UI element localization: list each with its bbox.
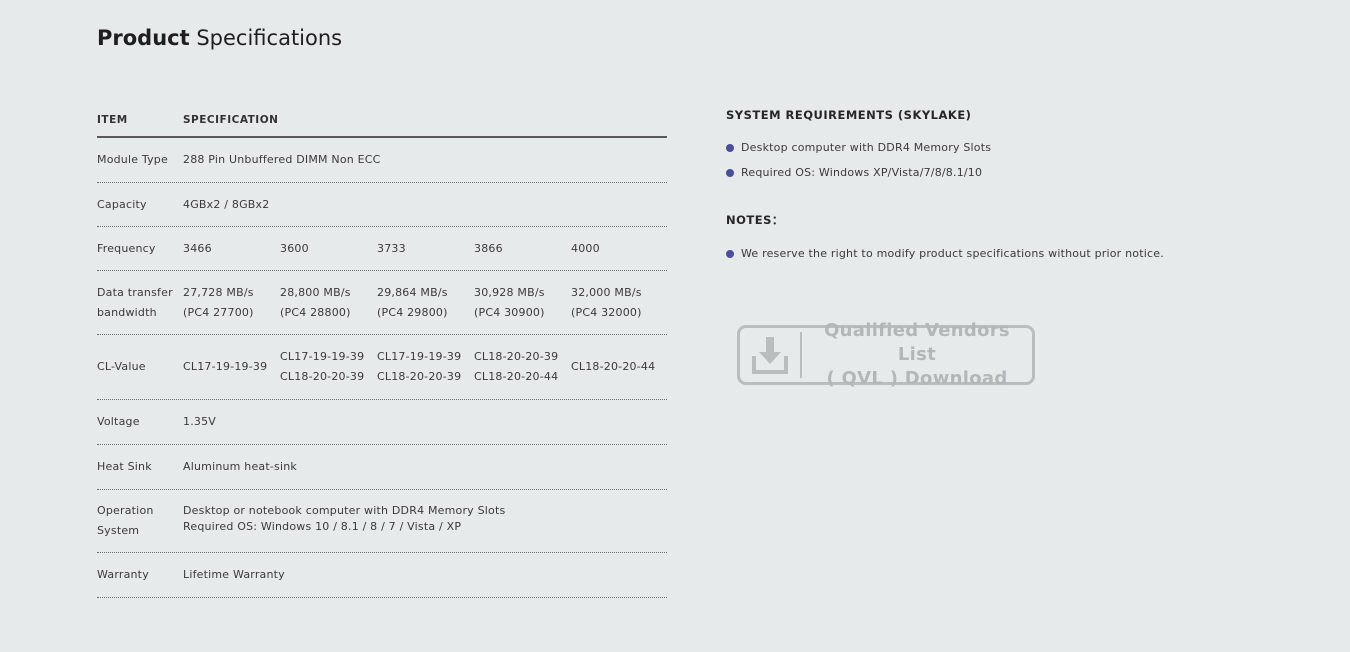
list-item: Desktop computer with DDR4 Memory Slots	[726, 140, 1246, 165]
spec-row-module-type: Module Type 288 Pin Unbuffered DIMM Non …	[97, 138, 667, 183]
spec-row-operation-system: Operation System Desktop or notebook com…	[97, 490, 667, 553]
cl-line: CL18-20-20-44	[571, 360, 656, 373]
row-label: Heat Sink	[97, 460, 152, 473]
notes-heading: NOTES：	[726, 213, 784, 227]
spec-row-heat-sink: Heat Sink Aluminum heat-sink	[97, 445, 667, 490]
list-item-text: We reserve the right to modify product s…	[741, 247, 1164, 260]
spec-table-header: ITEM SPECIFICATION	[97, 104, 667, 138]
row-label: Data transfer bandwidth	[97, 283, 183, 323]
cl-value: CL18-20-20-39 CL18-20-20-44	[474, 347, 571, 387]
row-label: Warranty	[97, 568, 149, 581]
list-item: We reserve the right to modify product s…	[726, 246, 1246, 271]
list-item-text: Required OS: Windows XP/Vista/7/8/8.1/10	[741, 166, 983, 179]
row-label: Frequency	[97, 241, 156, 255]
bandwidth-pc4: (PC4 29800)	[377, 305, 448, 319]
row-value-line: Desktop or notebook computer with DDR4 M…	[183, 504, 506, 517]
bandwidth-value: 30,928 MB/s (PC4 30900)	[474, 283, 571, 323]
cl-line: CL17-19-19-39	[377, 350, 462, 363]
spec-table: ITEM SPECIFICATION Module Type 288 Pin U…	[97, 104, 667, 598]
frequency-value: 3466	[183, 241, 212, 255]
bullet-icon	[726, 169, 734, 177]
cl-value: CL18-20-20-44	[571, 357, 668, 377]
bandwidth-mbs: 29,864 MB/s	[377, 285, 448, 299]
bandwidth-value: 27,728 MB/s (PC4 27700)	[183, 283, 280, 323]
bandwidth-mbs: 30,928 MB/s	[474, 285, 545, 299]
qvl-label-line1: Qualified Vendors List	[824, 320, 1010, 365]
qvl-download-button[interactable]: Qualified Vendors List ( QVL ) Download	[737, 320, 1035, 389]
row-value-line: Required OS: Windows 10 / 8.1 / 8 / 7 / …	[183, 520, 462, 533]
bullet-icon	[726, 250, 734, 258]
bandwidth-mbs: 32,000 MB/s	[571, 285, 642, 299]
row-label: Capacity	[97, 197, 147, 211]
frequency-value: 3866	[474, 241, 503, 255]
row-label-line: bandwidth	[97, 305, 157, 319]
page-title: Product Specifications	[97, 26, 342, 50]
bandwidth-value: 32,000 MB/s (PC4 32000)	[571, 283, 668, 323]
header-item: ITEM	[97, 114, 128, 126]
bandwidth-mbs: 28,800 MB/s	[280, 285, 351, 299]
row-value: Lifetime Warranty	[183, 568, 285, 581]
row-label: CL-Value	[97, 360, 146, 373]
header-specification: SPECIFICATION	[183, 114, 279, 126]
row-label-line: Data transfer	[97, 285, 173, 299]
bandwidth-pc4: (PC4 27700)	[183, 305, 254, 319]
bandwidth-pc4: (PC4 30900)	[474, 305, 545, 319]
bandwidth-value: 29,864 MB/s (PC4 29800)	[377, 283, 474, 323]
row-label-line: Operation	[97, 504, 154, 517]
cl-line: CL18-20-20-39	[280, 370, 365, 383]
list-item: Required OS: Windows XP/Vista/7/8/8.1/10	[726, 165, 1246, 190]
row-value: Desktop or notebook computer with DDR4 M…	[183, 503, 667, 535]
row-label: Operation System	[97, 501, 183, 541]
bandwidth-pc4: (PC4 32000)	[571, 305, 642, 319]
bandwidth-mbs: 27,728 MB/s	[183, 285, 254, 299]
bandwidth-pc4: (PC4 28800)	[280, 305, 351, 319]
system-requirements-heading: SYSTEM REQUIREMENTS (SKYLAKE)	[726, 108, 972, 122]
row-label: Module Type	[97, 153, 168, 166]
cl-line: CL18-20-20-39	[377, 370, 462, 383]
spec-row-voltage: Voltage 1.35V	[97, 400, 667, 445]
row-value: 288 Pin Unbuffered DIMM Non ECC	[183, 153, 381, 166]
title-bold: Product	[97, 26, 190, 50]
cl-value: CL17-19-19-39 CL18-20-20-39	[280, 347, 377, 387]
spec-row-frequency: Frequency 3466 3600 3733 3866 4000	[97, 227, 667, 271]
row-value: 4GBx2 / 8GBx2	[183, 197, 270, 211]
list-item-text: Desktop computer with DDR4 Memory Slots	[741, 141, 992, 154]
row-value: 1.35V	[183, 415, 217, 428]
row-value: Aluminum heat-sink	[183, 460, 297, 473]
bandwidth-value: 28,800 MB/s (PC4 28800)	[280, 283, 377, 323]
cl-line: CL17-19-19-39	[183, 360, 268, 373]
cl-line: CL18-20-20-39	[474, 350, 559, 363]
download-icon	[740, 328, 800, 382]
spec-row-bandwidth: Data transfer bandwidth 27,728 MB/s (PC4 …	[97, 271, 667, 335]
notes-list: We reserve the right to modify product s…	[726, 246, 1246, 271]
cl-value: CL17-19-19-39 CL18-20-20-39	[377, 347, 474, 387]
spec-row-cl-value: CL-Value CL17-19-19-39 CL17-19-19-39 CL18…	[97, 335, 667, 400]
cl-value: CL17-19-19-39	[183, 357, 280, 377]
title-light: Specifications	[196, 26, 343, 50]
spec-row-capacity: Capacity 4GBx2 / 8GBx2	[97, 183, 667, 227]
frequency-value: 4000	[571, 241, 600, 255]
qvl-label: Qualified Vendors List ( QVL ) Download	[802, 319, 1032, 391]
cl-line: CL18-20-20-44	[474, 370, 559, 383]
bullet-icon	[726, 144, 734, 152]
spec-row-warranty: Warranty Lifetime Warranty	[97, 553, 667, 598]
row-label: Voltage	[97, 415, 140, 428]
frequency-value: 3733	[377, 241, 406, 255]
system-requirements: SYSTEM REQUIREMENTS (SKYLAKE) Desktop co…	[726, 108, 1246, 271]
qvl-label-line2: ( QVL ) Download	[826, 368, 1008, 389]
row-label-line: System	[97, 524, 140, 537]
cl-line: CL17-19-19-39	[280, 350, 365, 363]
frequency-value: 3600	[280, 241, 309, 255]
system-requirements-list: Desktop computer with DDR4 Memory Slots …	[726, 140, 1246, 190]
